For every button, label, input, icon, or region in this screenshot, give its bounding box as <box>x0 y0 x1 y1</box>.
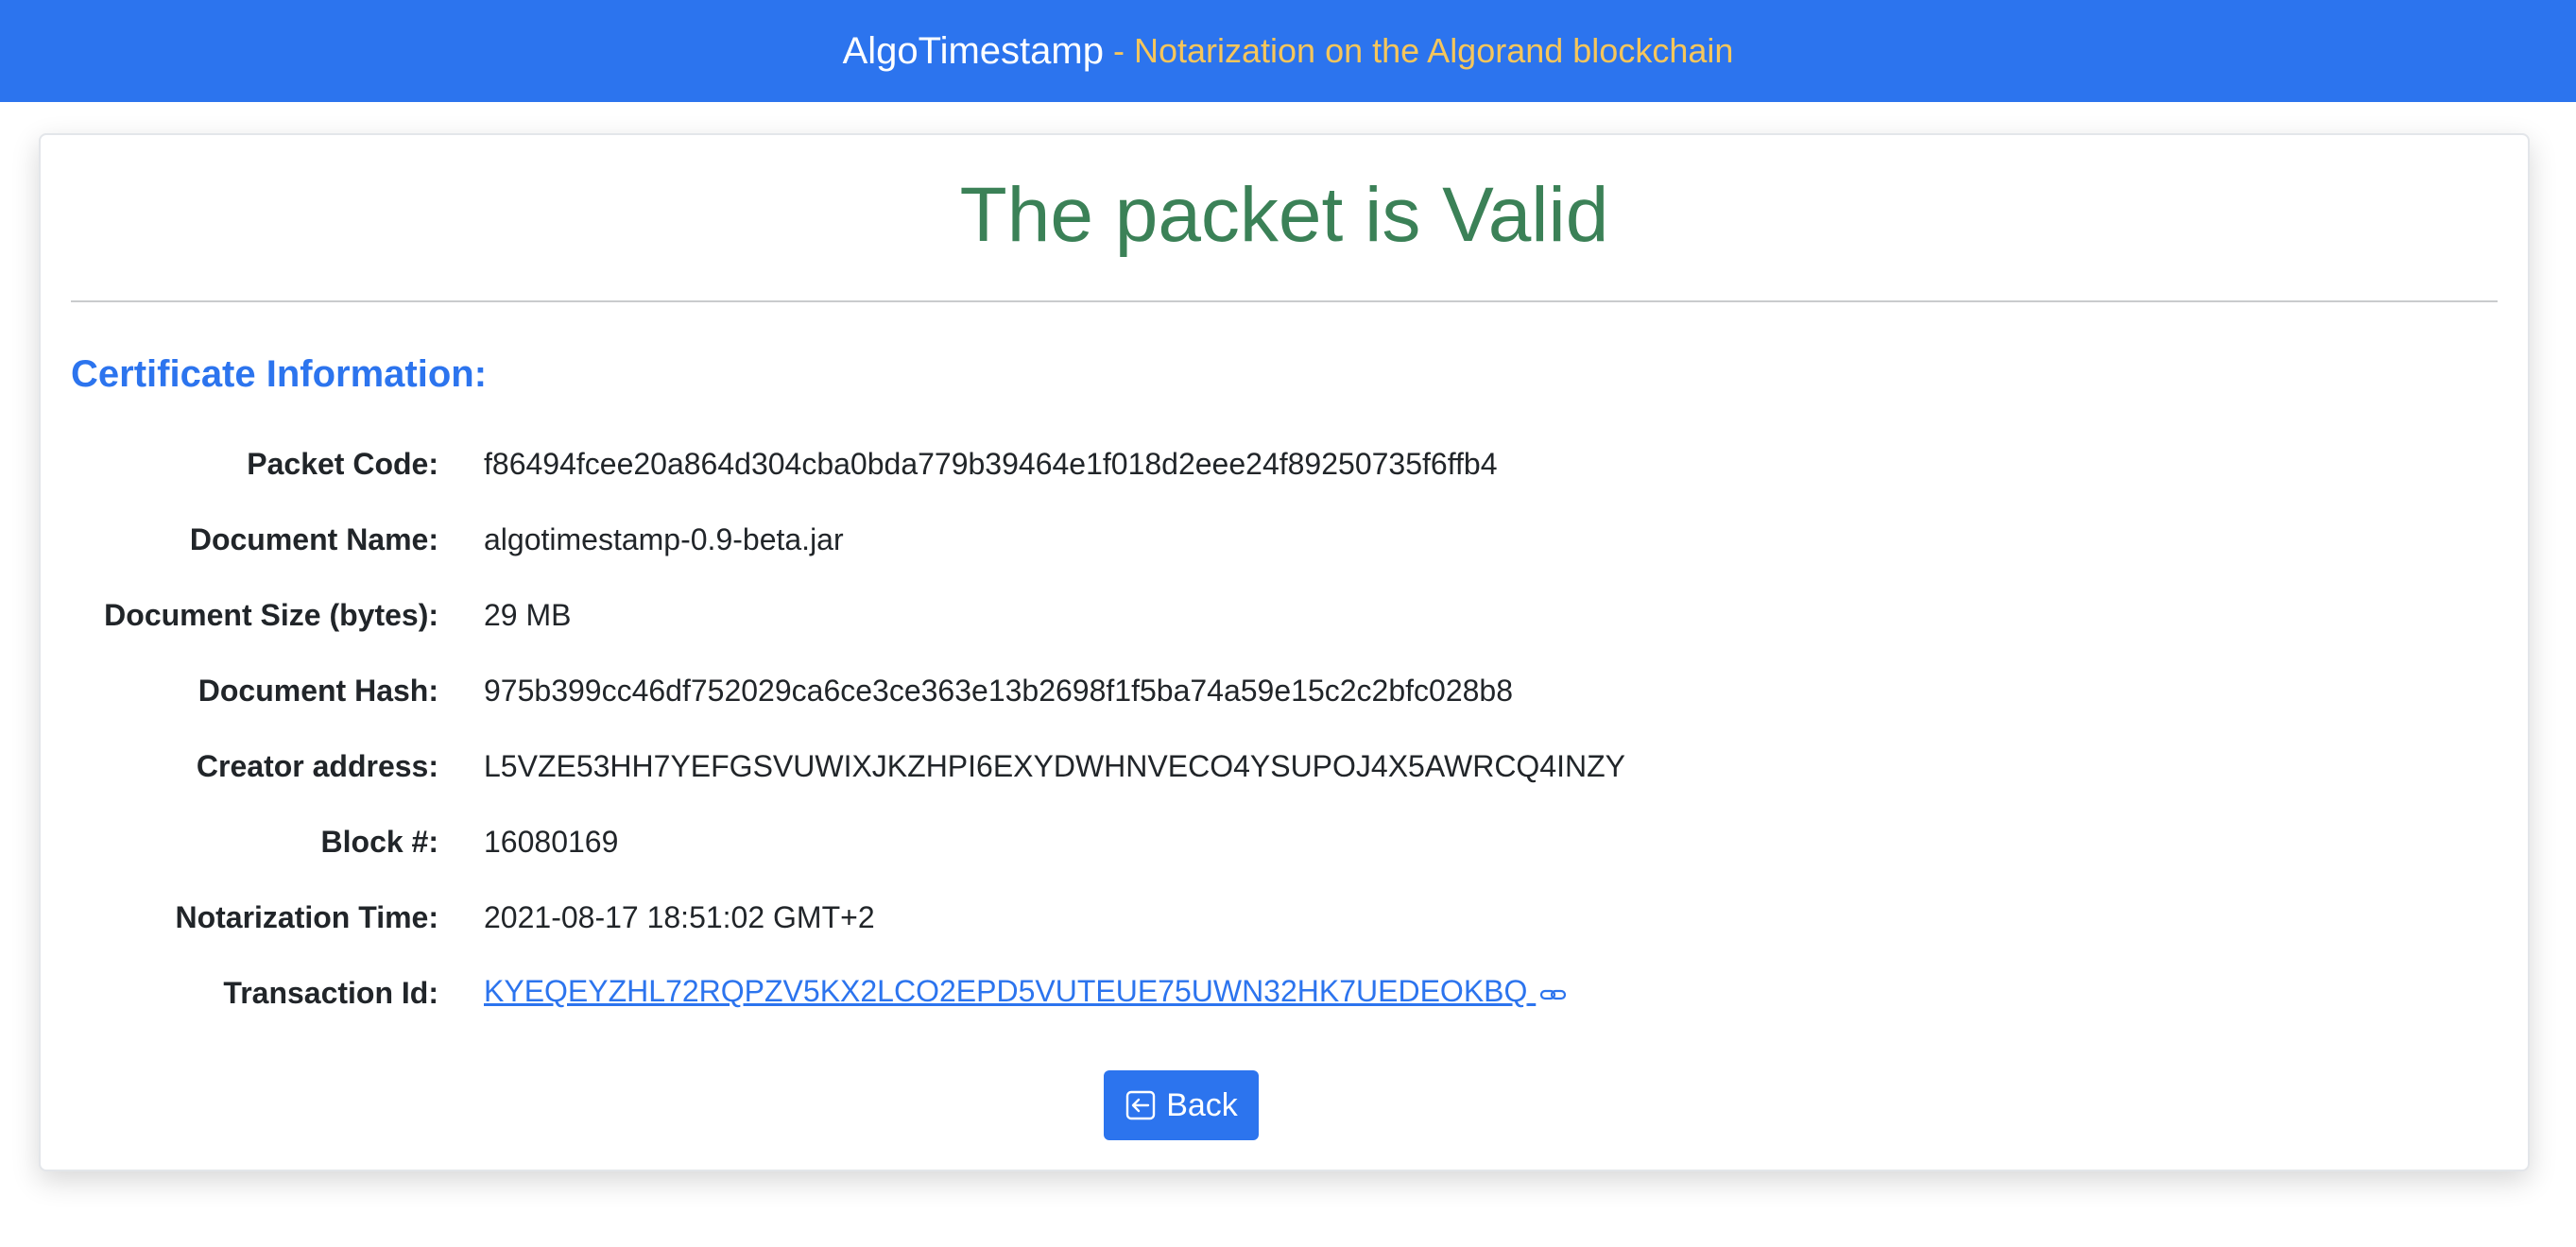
document-hash-value: 975b399cc46df752029ca6ce3ce363e13b2698f1… <box>484 673 1513 708</box>
block-number-label: Block #: <box>320 824 438 859</box>
info-row-notarization-time: Notarization Time: 2021-08-17 18:51:02 G… <box>41 880 2528 955</box>
app-brand: AlgoTimestamp <box>842 29 1104 72</box>
transaction-id-label: Transaction Id: <box>223 975 438 1010</box>
creator-address-value: L5VZE53HH7YEFGSVUWIXJKZHPI6EXYDWHNVECO4Y… <box>484 748 1625 783</box>
back-button-label: Back <box>1166 1086 1238 1123</box>
certificate-info-list: Packet Code: f86494fcee20a864d304cba0bda… <box>41 426 2528 1031</box>
transaction-id-link[interactable]: KYEQEYZHL72RQPZV5KX2LCO2EPD5VUTEUE75UWN3… <box>484 974 1568 1008</box>
info-row-block-number: Block #: 16080169 <box>41 804 2528 880</box>
packet-code-value: f86494fcee20a864d304cba0bda779b39464e1f0… <box>484 446 1498 481</box>
document-hash-label: Document Hash: <box>197 673 438 708</box>
certificate-card: The packet is Valid Certificate Informat… <box>39 133 2530 1171</box>
notarization-time-value: 2021-08-17 18:51:02 GMT+2 <box>484 899 875 934</box>
creator-address-label: Creator address: <box>196 748 438 783</box>
app-tagline: - Notarization on the Algorand blockchai… <box>1112 31 1734 70</box>
info-row-transaction-id: Transaction Id: KYEQEYZHL72RQPZV5KX2LCO2… <box>41 955 2528 1031</box>
back-button[interactable]: Back <box>1104 1070 1259 1140</box>
info-row-document-name: Document Name: algotimestamp-0.9-beta.ja… <box>41 502 2528 577</box>
transaction-id-link-text: KYEQEYZHL72RQPZV5KX2LCO2EPD5VUTEUE75UWN3… <box>484 974 1528 1009</box>
section-title: Certificate Information: <box>71 353 488 395</box>
info-row-creator-address: Creator address: L5VZE53HH7YEFGSVUWIXJKZ… <box>41 728 2528 804</box>
validation-status-title: The packet is Valid <box>959 172 1609 258</box>
document-name-label: Document Name: <box>189 521 438 556</box>
divider <box>71 300 2498 302</box>
document-size-label: Document Size (bytes): <box>104 597 438 632</box>
transaction-id-value: KYEQEYZHL72RQPZV5KX2LCO2EPD5VUTEUE75UWN3… <box>484 974 1568 1011</box>
top-header: AlgoTimestamp - Notarization on the Algo… <box>0 0 2576 102</box>
document-name-value: algotimestamp-0.9-beta.jar <box>484 521 844 556</box>
document-size-value: 29 MB <box>484 597 572 632</box>
arrow-left-square-icon <box>1125 1089 1157 1121</box>
info-row-document-hash: Document Hash: 975b399cc46df752029ca6ce3… <box>41 653 2528 728</box>
info-row-document-size: Document Size (bytes): 29 MB <box>41 577 2528 653</box>
packet-code-label: Packet Code: <box>247 446 438 481</box>
link-icon <box>1539 977 1568 1012</box>
notarization-time-label: Notarization Time: <box>175 899 438 934</box>
block-number-value: 16080169 <box>484 824 619 859</box>
info-row-packet-code: Packet Code: f86494fcee20a864d304cba0bda… <box>41 426 2528 502</box>
